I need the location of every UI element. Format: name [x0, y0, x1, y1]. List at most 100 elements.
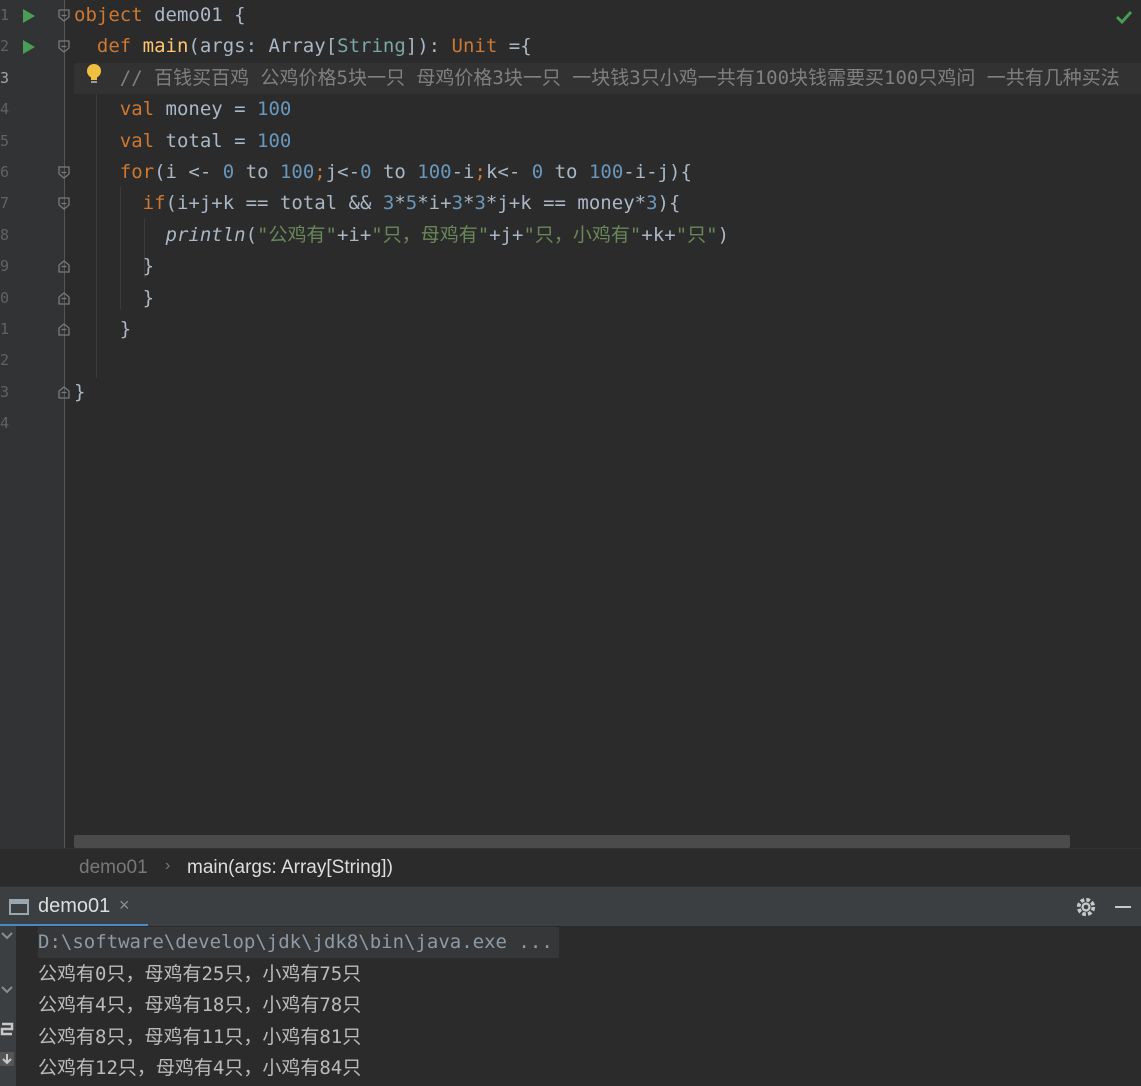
gutter-line[interactable]: 4	[0, 408, 64, 439]
breadcrumb: demo01 › main(args: Array[String])	[0, 848, 1141, 886]
code-editor[interactable]: 12345678901234 object demo01 { def main(…	[0, 0, 1141, 848]
code-token: val	[119, 98, 166, 121]
gutter-line[interactable]: 5	[0, 126, 64, 157]
gear-icon[interactable]	[1075, 896, 1097, 918]
code-line[interactable]: }	[74, 314, 1141, 345]
stop-icon[interactable]	[0, 984, 14, 998]
line-number: 8	[0, 225, 9, 244]
gutter-line[interactable]: 4	[0, 94, 64, 125]
gutter-line[interactable]: 0	[0, 283, 70, 314]
fold-icon[interactable]	[58, 323, 70, 336]
fold-icon[interactable]	[58, 166, 70, 179]
code-token: }	[74, 318, 132, 340]
breadcrumb-item-object[interactable]: demo01	[79, 857, 148, 879]
code-line[interactable]: // 百钱买百鸡 公鸡价格5块一只 母鸡价格3块一只 一块钱3只小鸡一共有100…	[74, 62, 1141, 94]
fold-icon[interactable]	[58, 9, 70, 22]
fold-icon[interactable]	[58, 260, 70, 273]
line-number: 9	[0, 257, 9, 276]
line-number: 7	[0, 194, 9, 213]
fold-icon[interactable]	[58, 291, 70, 305]
code-line[interactable]	[74, 345, 1141, 376]
code-token: def	[96, 35, 143, 58]
gutter-line[interactable]: 3	[0, 63, 64, 94]
line-number: 1	[0, 320, 9, 338]
console-toolbar	[0, 926, 16, 1086]
gutter-line[interactable]: 1	[0, 314, 70, 345]
soft-wrap-icon[interactable]	[0, 1022, 14, 1036]
code-token: total =	[165, 129, 258, 152]
code-line[interactable]	[74, 408, 1141, 439]
code-area[interactable]: object demo01 { def main(args: Array[Str…	[74, 0, 1141, 848]
scroll-to-end-icon[interactable]	[0, 1052, 14, 1066]
code-token: ={	[497, 35, 532, 58]
code-token: 100	[257, 98, 292, 121]
code-token: k<-	[485, 161, 532, 183]
line-number: 2	[0, 351, 9, 370]
code-line[interactable]: val money = 100	[74, 94, 1141, 125]
code-token: (i+j+k == total &&	[165, 192, 383, 215]
breadcrumb-item-method[interactable]: main(args: Array[String])	[187, 857, 393, 879]
code-token: *	[463, 192, 475, 215]
code-token: 5	[405, 192, 418, 215]
close-icon[interactable]: ×	[119, 895, 130, 916]
rerun-icon[interactable]	[0, 930, 14, 944]
code-token: object	[74, 4, 155, 26]
gutter-line[interactable]: 1	[0, 0, 70, 31]
code-token: 0	[531, 161, 544, 183]
code-token: 0	[222, 161, 235, 183]
fold-icon[interactable]	[58, 40, 70, 54]
code-line[interactable]: println("公鸡有"+i+"只，母鸡有"+j+"只，小鸡有"+k+"只")	[74, 220, 1141, 251]
run-arrow-icon[interactable]	[23, 40, 35, 55]
code-line[interactable]: }	[74, 283, 1141, 314]
line-number: 3	[0, 68, 9, 87]
run-arrow-icon[interactable]	[23, 9, 35, 23]
code-line[interactable]: val total = 100	[74, 126, 1141, 157]
editor-gutter[interactable]: 1 2 3 4 5 6 7 8 9 0 1 2 3 4	[0, 0, 70, 848]
code-token: +j+	[489, 223, 524, 246]
code-line[interactable]: if(i+j+k == total && 3*5*i+3*3*j+k == mo…	[74, 188, 1141, 219]
code-token: +k+	[641, 223, 676, 246]
gutter-line[interactable]: 3	[0, 377, 70, 408]
code-token: j<-	[325, 161, 361, 183]
console-output[interactable]: D:\software\develop\jdk\jdk8\bin\java.ex…	[0, 926, 1141, 1086]
line-number: 6	[0, 163, 9, 181]
code-token: "只，母鸡有"	[371, 223, 490, 246]
check-icon[interactable]	[1114, 8, 1134, 26]
minimize-icon[interactable]	[1115, 906, 1131, 908]
code-line[interactable]: for(i <- 0 to 100;j<-0 to 100-i;k<- 0 to…	[74, 157, 1141, 188]
code-token: (args: Array[	[188, 35, 338, 58]
line-number: 5	[0, 131, 9, 150]
code-token: (	[245, 223, 258, 246]
run-tab[interactable]: demo01 ×	[0, 887, 148, 927]
code-token: ;	[474, 161, 486, 183]
code-token: String	[337, 35, 406, 58]
code-token: )	[717, 223, 730, 246]
code-token: println	[165, 223, 246, 246]
gutter-line[interactable]: 6	[0, 157, 70, 188]
bulb-icon[interactable]	[84, 62, 104, 86]
code-token: *	[394, 192, 406, 215]
code-token: (i <-	[154, 161, 223, 183]
line-number: 1	[0, 6, 9, 24]
gutter-line[interactable]: 8	[0, 220, 64, 251]
code-token: ;	[314, 161, 326, 183]
gutter-line[interactable]: 9	[0, 251, 70, 282]
code-line[interactable]: }	[74, 377, 1141, 408]
code-token: +i+	[336, 223, 372, 246]
code-line[interactable]: object demo01 {	[74, 0, 1141, 31]
code-line[interactable]: def main(args: Array[String]): Unit ={	[74, 31, 1141, 62]
code-line[interactable]: }	[74, 251, 1141, 282]
fold-icon[interactable]	[58, 197, 70, 211]
horizontal-scrollbar[interactable]	[74, 835, 1070, 848]
gutter-line[interactable]: 7	[0, 188, 70, 219]
console-output-line: 公鸡有0只，母鸡有25只，小鸡有75只	[38, 963, 362, 985]
code-token: to	[371, 161, 418, 183]
fold-icon[interactable]	[58, 385, 70, 399]
gutter-line[interactable]: 2	[0, 345, 64, 376]
code-token: 100	[257, 129, 292, 152]
gutter-line[interactable]: 2	[0, 31, 70, 62]
code-token: money =	[165, 98, 258, 121]
